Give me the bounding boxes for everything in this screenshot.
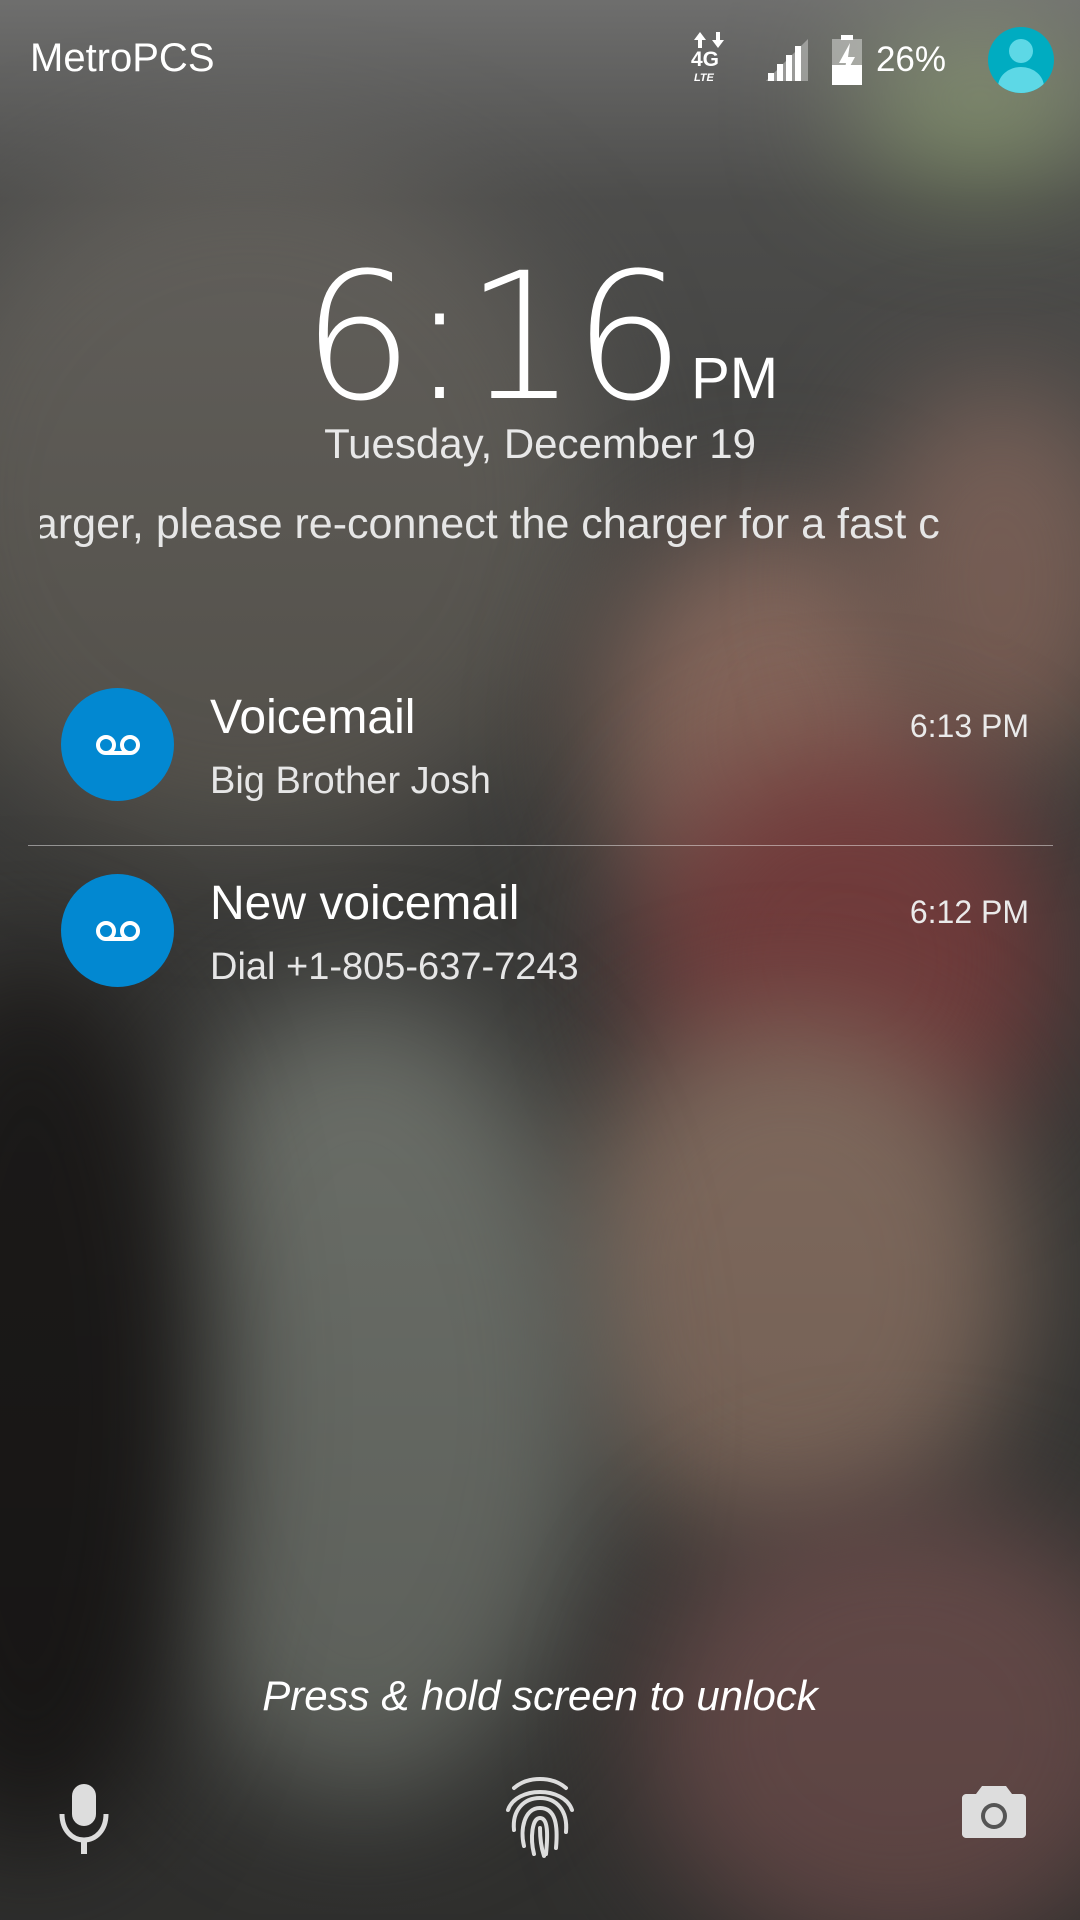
battery-percentage: 26% [875,40,946,79]
voicemail-icon [61,874,174,987]
notification-list: Voicemail Big Brother Josh 6:13 PM New v… [28,660,1053,1031]
unlock-hint: Press & hold screen to unlock [262,1672,818,1719]
battery-charging-icon [831,35,862,85]
notification-new-voicemail[interactable]: New voicemail Dial +1-805-637-7243 6:12 … [28,845,1053,1031]
status-bar: MetroPCS 4G LTE 26% [0,0,1080,120]
fingerprint-icon[interactable] [500,1770,580,1865]
notification-time: 6:12 PM [909,894,1029,930]
camera-icon[interactable] [962,1780,1026,1845]
clock-ampm: PM [691,346,779,411]
notification-title: New voicemail [210,877,520,930]
notification-subtitle: Dial +1-805-637-7243 [210,946,579,988]
notification-time: 6:13 PM [909,708,1029,744]
status-icons: 4G LTE 26% [690,20,1080,100]
voicemail-icon [61,688,174,801]
charging-message: harger, please re-connect the charger fo… [40,500,940,548]
lockscreen-shortcuts [0,1750,1080,1920]
network-4g-lte-icon: 4G LTE [690,30,730,90]
carrier-name: MetroPCS [30,36,215,80]
user-avatar-icon[interactable] [988,27,1054,93]
notification-voicemail[interactable]: Voicemail Big Brother Josh 6:13 PM [28,660,1053,845]
notification-title: Voicemail [210,691,416,744]
microphone-icon[interactable] [56,1780,112,1865]
signal-strength-icon [764,37,810,83]
lockscreen-clock: 6:16 PM [0,235,1080,440]
clock-time: 6:16 [301,235,685,440]
lockscreen-date: Tuesday, December 19 [324,420,756,467]
notification-subtitle: Big Brother Josh [210,760,491,802]
